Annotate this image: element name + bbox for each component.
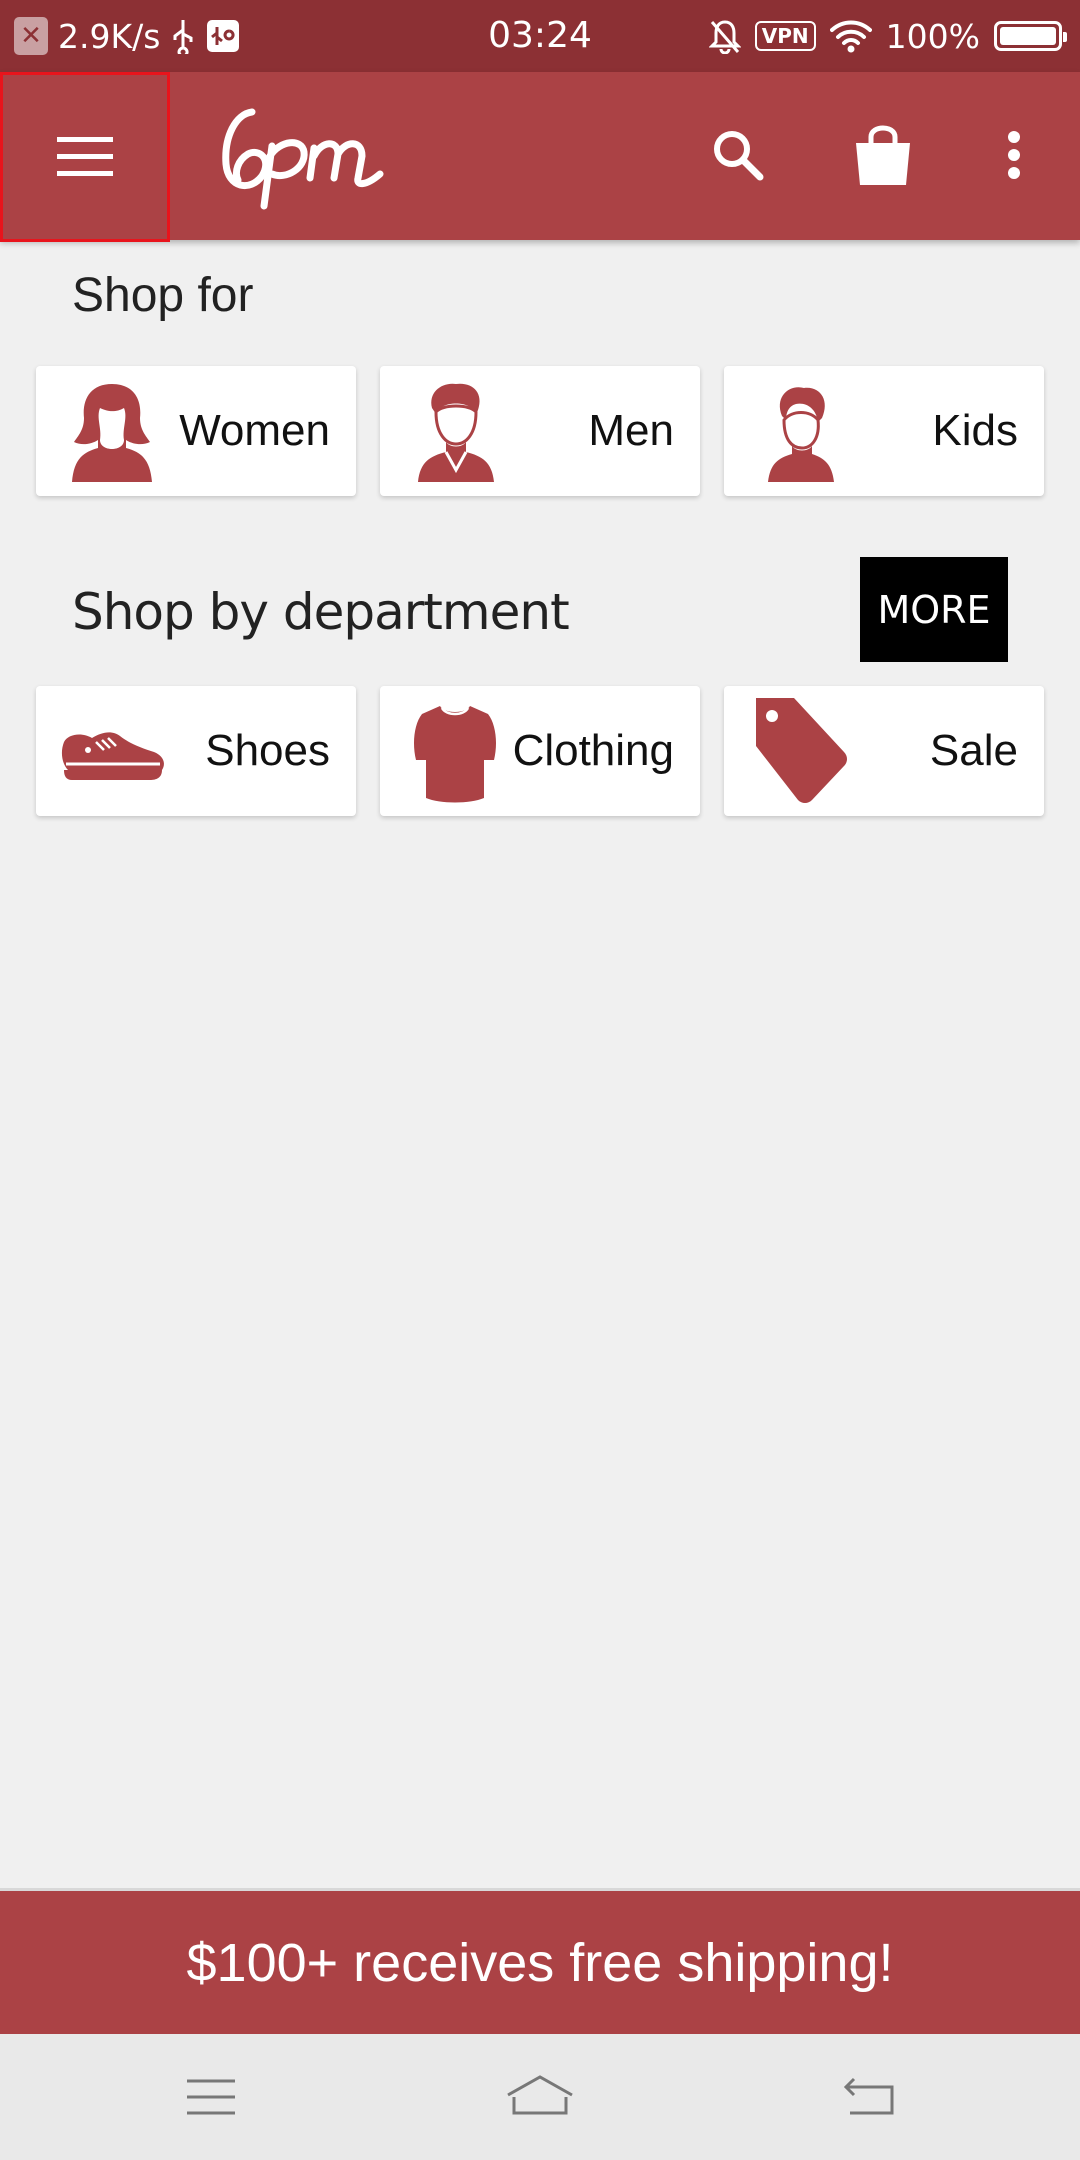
recents-icon: [187, 2079, 235, 2115]
usb-icon: [173, 20, 193, 54]
card-label: Clothing: [512, 726, 674, 775]
shopping-bag-icon: [856, 125, 910, 185]
battery-icon: [994, 21, 1067, 51]
shopping-bag-button[interactable]: [845, 117, 921, 193]
home-button[interactable]: [500, 2064, 580, 2130]
search-button[interactable]: [700, 117, 776, 193]
banner-text: $100+ receives free shipping!: [186, 1932, 894, 1993]
man-icon: [418, 383, 494, 482]
usb-debug-icon: [207, 20, 240, 52]
notification-close-icon: ✕: [14, 17, 48, 55]
free-shipping-banner[interactable]: $100+ receives free shipping!: [0, 1888, 1080, 2034]
shop-for-men-card[interactable]: Men: [380, 366, 700, 496]
more-vert-icon: [1008, 131, 1020, 179]
status-right: VPN 100%: [708, 12, 1067, 60]
back-icon: [843, 2077, 894, 2115]
back-button[interactable]: [830, 2064, 910, 2130]
brand-logo[interactable]: [210, 94, 400, 214]
department-sale-card[interactable]: Sale: [724, 686, 1044, 816]
wifi-icon: [829, 20, 872, 53]
system-nav-bar: [0, 2034, 1080, 2160]
tshirt-icon: [414, 706, 496, 803]
search-icon: [714, 131, 764, 181]
shop-by-department-title: Shop by department: [72, 583, 570, 641]
recents-button[interactable]: [171, 2064, 251, 2130]
shop-for-kids-card[interactable]: Kids: [724, 366, 1044, 496]
app-bar: [0, 72, 1080, 242]
card-label: Kids: [932, 406, 1018, 455]
card-label: Women: [179, 406, 330, 455]
hamburger-menu-icon: [57, 137, 113, 176]
hamburger-menu-button[interactable]: [0, 72, 170, 242]
shop-for-title: Shop for: [72, 269, 254, 322]
vpn-badge: VPN: [754, 21, 816, 51]
status-left: ✕ 2.9K/s: [14, 12, 240, 60]
more-button[interactable]: MORE: [860, 557, 1008, 662]
woman-icon: [72, 384, 152, 482]
battery-percent: 100%: [885, 16, 980, 56]
shop-for-women-card[interactable]: Women: [36, 366, 356, 496]
card-label: Men: [588, 406, 674, 455]
card-label: Shoes: [205, 726, 330, 775]
mute-bell-icon: [708, 20, 741, 54]
sneaker-icon: [61, 732, 164, 780]
kid-icon: [768, 387, 834, 482]
home-icon: [507, 2075, 573, 2115]
department-shoes-card[interactable]: Shoes: [36, 686, 356, 816]
department-clothing-card[interactable]: Clothing: [380, 686, 700, 816]
card-label: Sale: [929, 726, 1018, 775]
network-speed: 2.9K/s: [58, 16, 161, 56]
status-bar: ✕ 2.9K/s 03:24 VPN 100%: [0, 0, 1080, 72]
price-tag-icon: [756, 698, 847, 803]
overflow-menu-button[interactable]: [990, 117, 1038, 193]
